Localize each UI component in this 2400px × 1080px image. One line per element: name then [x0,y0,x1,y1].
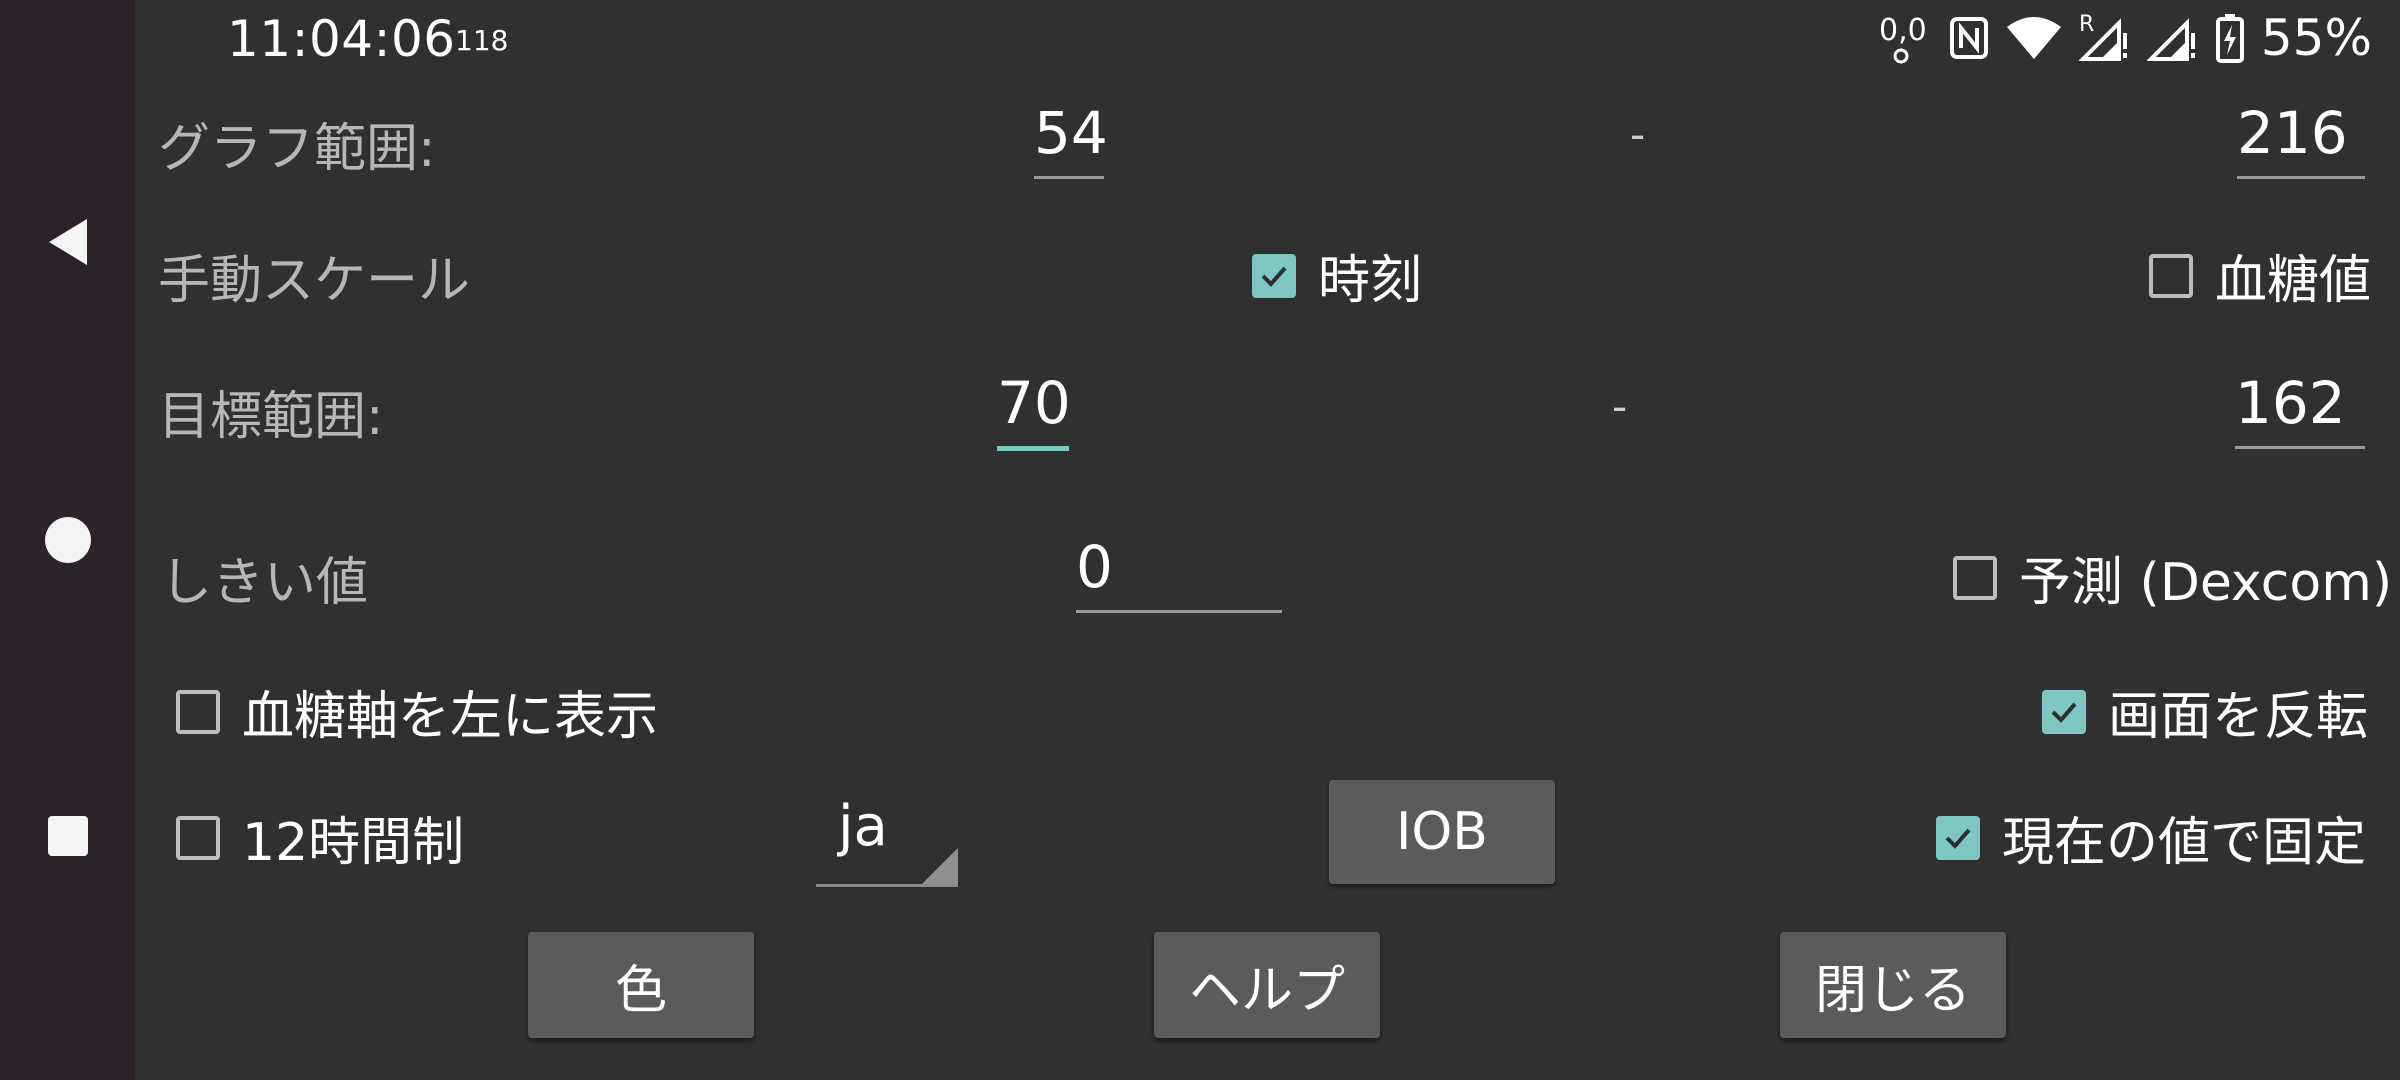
wifi-icon [2005,15,2063,61]
target-min-input[interactable]: 70 [997,368,1071,451]
checkbox-label: 血糖軸を左に表示 [242,687,659,747]
signal-roaming-icon: R [2078,13,2131,63]
status-time: 11:04:06 [227,10,456,68]
clock-12h-checkbox[interactable]: 12時間制 [176,800,464,875]
home-icon[interactable] [42,514,94,566]
graph-range-separator: - [1630,110,1646,159]
target-range-separator: - [1612,382,1628,431]
checkbox-unchecked-icon [176,815,220,860]
data-saver-icon: 0,0 [1877,8,1933,68]
checkbox-checked-icon [1936,815,1980,860]
bg-scale-checkbox[interactable]: 血糖値 [2149,238,2371,313]
dropdown-arrow-icon [922,848,958,884]
navigation-bar [0,0,135,1080]
nfc-icon [1949,16,1989,60]
checkbox-label: 血糖値 [2215,251,2372,311]
checkbox-checked-icon [2042,689,2086,734]
svg-text:0,0: 0,0 [1879,13,1927,48]
graph-min-input[interactable]: 54 [1034,98,1108,179]
manual-scale-label: 手動スケール [158,251,471,311]
status-icons: 0,0 R 55% [1877,8,2372,68]
checkbox-unchecked-icon [1953,555,1997,600]
target-max-input[interactable]: 162 [2235,368,2365,449]
battery-charging-icon [2215,13,2245,63]
threshold-label: しきい値 [160,553,369,613]
language-dropdown[interactable]: ja [816,780,958,887]
fix-current-value-checkbox[interactable]: 現在の値で固定 [1936,800,2366,875]
threshold-input[interactable]: 0 [1076,532,1282,613]
checkbox-label: 現在の値で固定 [2002,813,2367,873]
checkbox-label: 12時間制 [242,813,465,873]
checkbox-checked-icon [1252,253,1296,298]
status-bar: 11:04:06 118 0,0 R 55% [135,0,2400,78]
back-icon[interactable] [42,216,94,268]
left-axis-checkbox[interactable]: 血糖軸を左に表示 [176,674,658,749]
iob-button[interactable]: IOB [1329,780,1555,884]
color-button[interactable]: 色 [528,932,754,1038]
checkbox-label: 予測 (Dexcom) [2019,553,2393,613]
status-time-sub: 118 [455,24,509,57]
graph-range-label: グラフ範囲: [158,119,436,179]
graph-max-input[interactable]: 216 [2237,98,2365,179]
close-button[interactable]: 閉じる [1780,932,2006,1038]
time-scale-checkbox[interactable]: 時刻 [1252,238,1422,313]
checkbox-unchecked-icon [176,689,220,734]
signal-icon [2146,13,2199,63]
help-button[interactable]: ヘルプ [1154,932,1380,1038]
predict-dexcom-checkbox[interactable]: 予測 (Dexcom) [1953,540,2392,615]
checkbox-label: 画面を反転 [2108,687,2369,747]
language-value: ja [838,794,888,859]
checkbox-unchecked-icon [2149,253,2193,298]
target-range-label: 目標範囲: [158,387,384,447]
battery-percentage: 55% [2260,9,2372,67]
checkbox-label: 時刻 [1318,251,1423,311]
svg-text:R: R [2079,13,2094,37]
invert-screen-checkbox[interactable]: 画面を反転 [2042,674,2368,749]
recents-icon[interactable] [42,810,94,862]
